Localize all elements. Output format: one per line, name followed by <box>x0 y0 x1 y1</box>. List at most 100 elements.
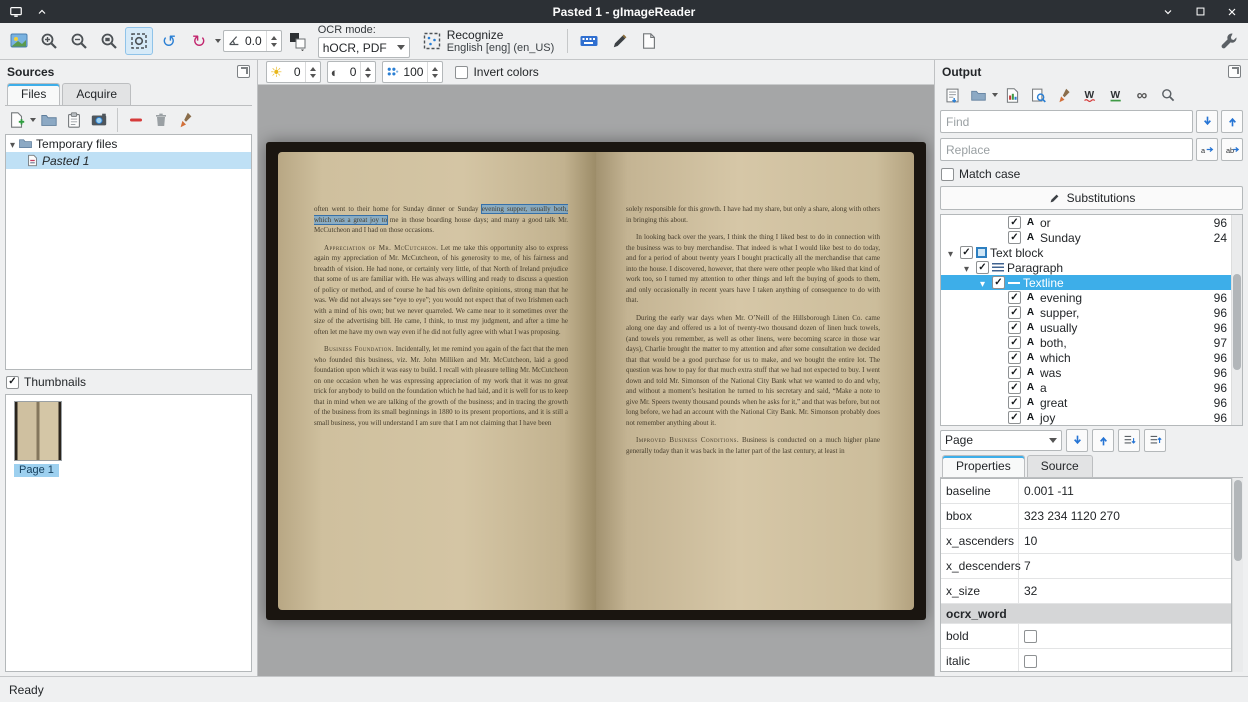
settings-button[interactable] <box>1215 27 1243 55</box>
tree-row-word[interactable]: ✓which96 <box>941 350 1231 365</box>
minimize-button[interactable] <box>1160 4 1176 20</box>
properties-table[interactable]: baseline0.001 -11 bbox323 234 1120 270 x… <box>940 478 1232 672</box>
export-button[interactable] <box>1000 84 1024 106</box>
spin-up-button[interactable] <box>365 67 371 71</box>
contrast-spinbox[interactable]: ◐ 0 <box>327 61 377 83</box>
zoom-original-button[interactable] <box>95 27 123 55</box>
find-replace-button[interactable] <box>1026 84 1050 106</box>
scrollbar-thumb[interactable] <box>1233 274 1241 371</box>
spin-up-button[interactable] <box>432 67 438 71</box>
scrollbar-thumb[interactable] <box>1234 480 1242 561</box>
property-value[interactable]: 10 <box>1019 534 1231 548</box>
tab-properties[interactable]: Properties <box>942 455 1025 477</box>
word-checkbox[interactable]: ✓ <box>1008 306 1021 319</box>
zoom-out-button[interactable] <box>65 27 93 55</box>
add-images-button[interactable] <box>5 109 29 131</box>
find-input[interactable] <box>940 110 1193 133</box>
rotate-right-button[interactable]: ↻ <box>185 27 213 55</box>
tree-row-word[interactable]: ✓or96 <box>941 215 1231 230</box>
file-tree[interactable]: Temporary files Pasted 1 <box>5 134 252 370</box>
tree-row-word[interactable]: ✓both,97 <box>941 335 1231 350</box>
collapse-all-button[interactable] <box>1144 429 1166 452</box>
textline-checkbox[interactable]: ✓ <box>992 276 1005 289</box>
italic-checkbox[interactable] <box>1024 655 1037 668</box>
expander-icon[interactable] <box>944 246 957 260</box>
spin-up-button[interactable] <box>310 67 316 71</box>
spin-down-button[interactable] <box>432 74 438 78</box>
detach-icon[interactable] <box>237 65 250 78</box>
keyboard-button[interactable] <box>575 27 603 55</box>
find-prev-button[interactable] <box>1221 110 1243 133</box>
ocr-mode-select[interactable]: hOCR, PDF <box>318 37 410 58</box>
properties-scrollbar[interactable] <box>1232 478 1243 672</box>
open-dropdown[interactable] <box>992 93 998 97</box>
find-next-button[interactable] <box>1196 110 1218 133</box>
invert-colors-checkbox[interactable] <box>455 66 468 79</box>
add-images-dropdown[interactable] <box>30 118 36 122</box>
tab-source[interactable]: Source <box>1027 455 1093 477</box>
word-checkbox[interactable]: ✓ <box>1008 321 1021 334</box>
open-hocr-button[interactable] <box>966 84 990 106</box>
tree-row-word[interactable]: ✓evening96 <box>941 290 1231 305</box>
rotation-spinbox[interactable]: 0.0 <box>223 30 282 52</box>
preview-button[interactable]: ∞ <box>1130 84 1154 106</box>
tree-row-word[interactable]: ✓great96 <box>941 395 1231 410</box>
edit-button[interactable] <box>605 27 633 55</box>
property-row[interactable]: x_descenders7 <box>941 554 1231 579</box>
close-button[interactable] <box>1224 4 1240 20</box>
tab-files[interactable]: Files <box>7 83 60 105</box>
word-checkbox[interactable]: ✓ <box>1008 381 1021 394</box>
scanned-document[interactable]: often went to their home for Sunday dinn… <box>266 142 926 620</box>
replace-button[interactable]: a <box>1196 138 1218 161</box>
show-controls-button[interactable] <box>5 27 33 55</box>
replace-input[interactable] <box>940 138 1193 161</box>
remove-source-button[interactable] <box>124 109 148 131</box>
word-checkbox[interactable]: ✓ <box>1008 291 1021 304</box>
tab-acquire[interactable]: Acquire <box>62 83 131 105</box>
word-checkbox[interactable]: ✓ <box>1008 216 1021 229</box>
page-select[interactable]: Page <box>940 430 1062 451</box>
zoom-fit-button[interactable] <box>125 27 153 55</box>
property-row[interactable]: bbox323 234 1120 270 <box>941 504 1231 529</box>
monitor-icon[interactable] <box>8 4 24 20</box>
tree-row-word[interactable]: ✓was96 <box>941 365 1231 380</box>
property-row[interactable]: baseline0.001 -11 <box>941 479 1231 504</box>
tree-row-block[interactable]: ✓Text block <box>941 245 1231 260</box>
rotate-mode-dropdown[interactable] <box>215 39 221 43</box>
resolution-spinbox[interactable]: 100 <box>382 61 443 83</box>
brightness-spinbox[interactable]: ☀ 0 <box>266 61 321 83</box>
page-thumbnail[interactable] <box>14 401 62 461</box>
tree-row-word[interactable]: ✓Sunday24 <box>941 230 1231 245</box>
tree-row-word[interactable]: ✓usually96 <box>941 320 1231 335</box>
rotate-left-button[interactable]: ↺ <box>155 27 183 55</box>
thumbnail-list[interactable]: Page 1 <box>5 394 252 672</box>
tree-row-textline-selected[interactable]: ✓Textline <box>941 275 1231 290</box>
tree-row-word[interactable]: ✓a96 <box>941 380 1231 395</box>
tree-row-temporary-files[interactable]: Temporary files <box>6 135 251 152</box>
property-row[interactable]: italic <box>941 649 1231 672</box>
word-checkbox[interactable]: ✓ <box>1008 366 1021 379</box>
delete-file-button[interactable] <box>149 109 173 131</box>
spin-down-button[interactable] <box>310 74 316 78</box>
word-checkbox[interactable]: ✓ <box>1008 411 1021 424</box>
expander-icon[interactable] <box>10 137 15 151</box>
property-row[interactable]: bold <box>941 624 1231 649</box>
match-case-checkbox[interactable] <box>941 168 954 181</box>
open-folder-button[interactable] <box>37 109 61 131</box>
thumbnails-checkbox[interactable]: ✓ <box>6 376 19 389</box>
property-row[interactable]: x_size32 <box>941 579 1231 604</box>
next-page-button[interactable] <box>1066 429 1088 452</box>
save-output-button[interactable] <box>940 84 964 106</box>
screenshot-button[interactable] <box>87 109 111 131</box>
chevron-up-icon[interactable] <box>34 4 50 20</box>
prev-page-button[interactable] <box>1092 429 1114 452</box>
property-row[interactable]: x_ascenders10 <box>941 529 1231 554</box>
clear-sources-button[interactable] <box>174 109 198 131</box>
hocr-tree[interactable]: ✓or96 ✓Sunday24 ✓Text block ✓Paragraph ✓… <box>940 214 1243 426</box>
replace-all-button[interactable]: ab <box>1221 138 1243 161</box>
spin-up-button[interactable] <box>271 36 277 40</box>
tree-row-word[interactable]: ✓supper,96 <box>941 305 1231 320</box>
expand-all-button[interactable] <box>1118 429 1140 452</box>
word-checkbox[interactable]: ✓ <box>1008 351 1021 364</box>
word-confidence-button[interactable]: W <box>1078 84 1102 106</box>
